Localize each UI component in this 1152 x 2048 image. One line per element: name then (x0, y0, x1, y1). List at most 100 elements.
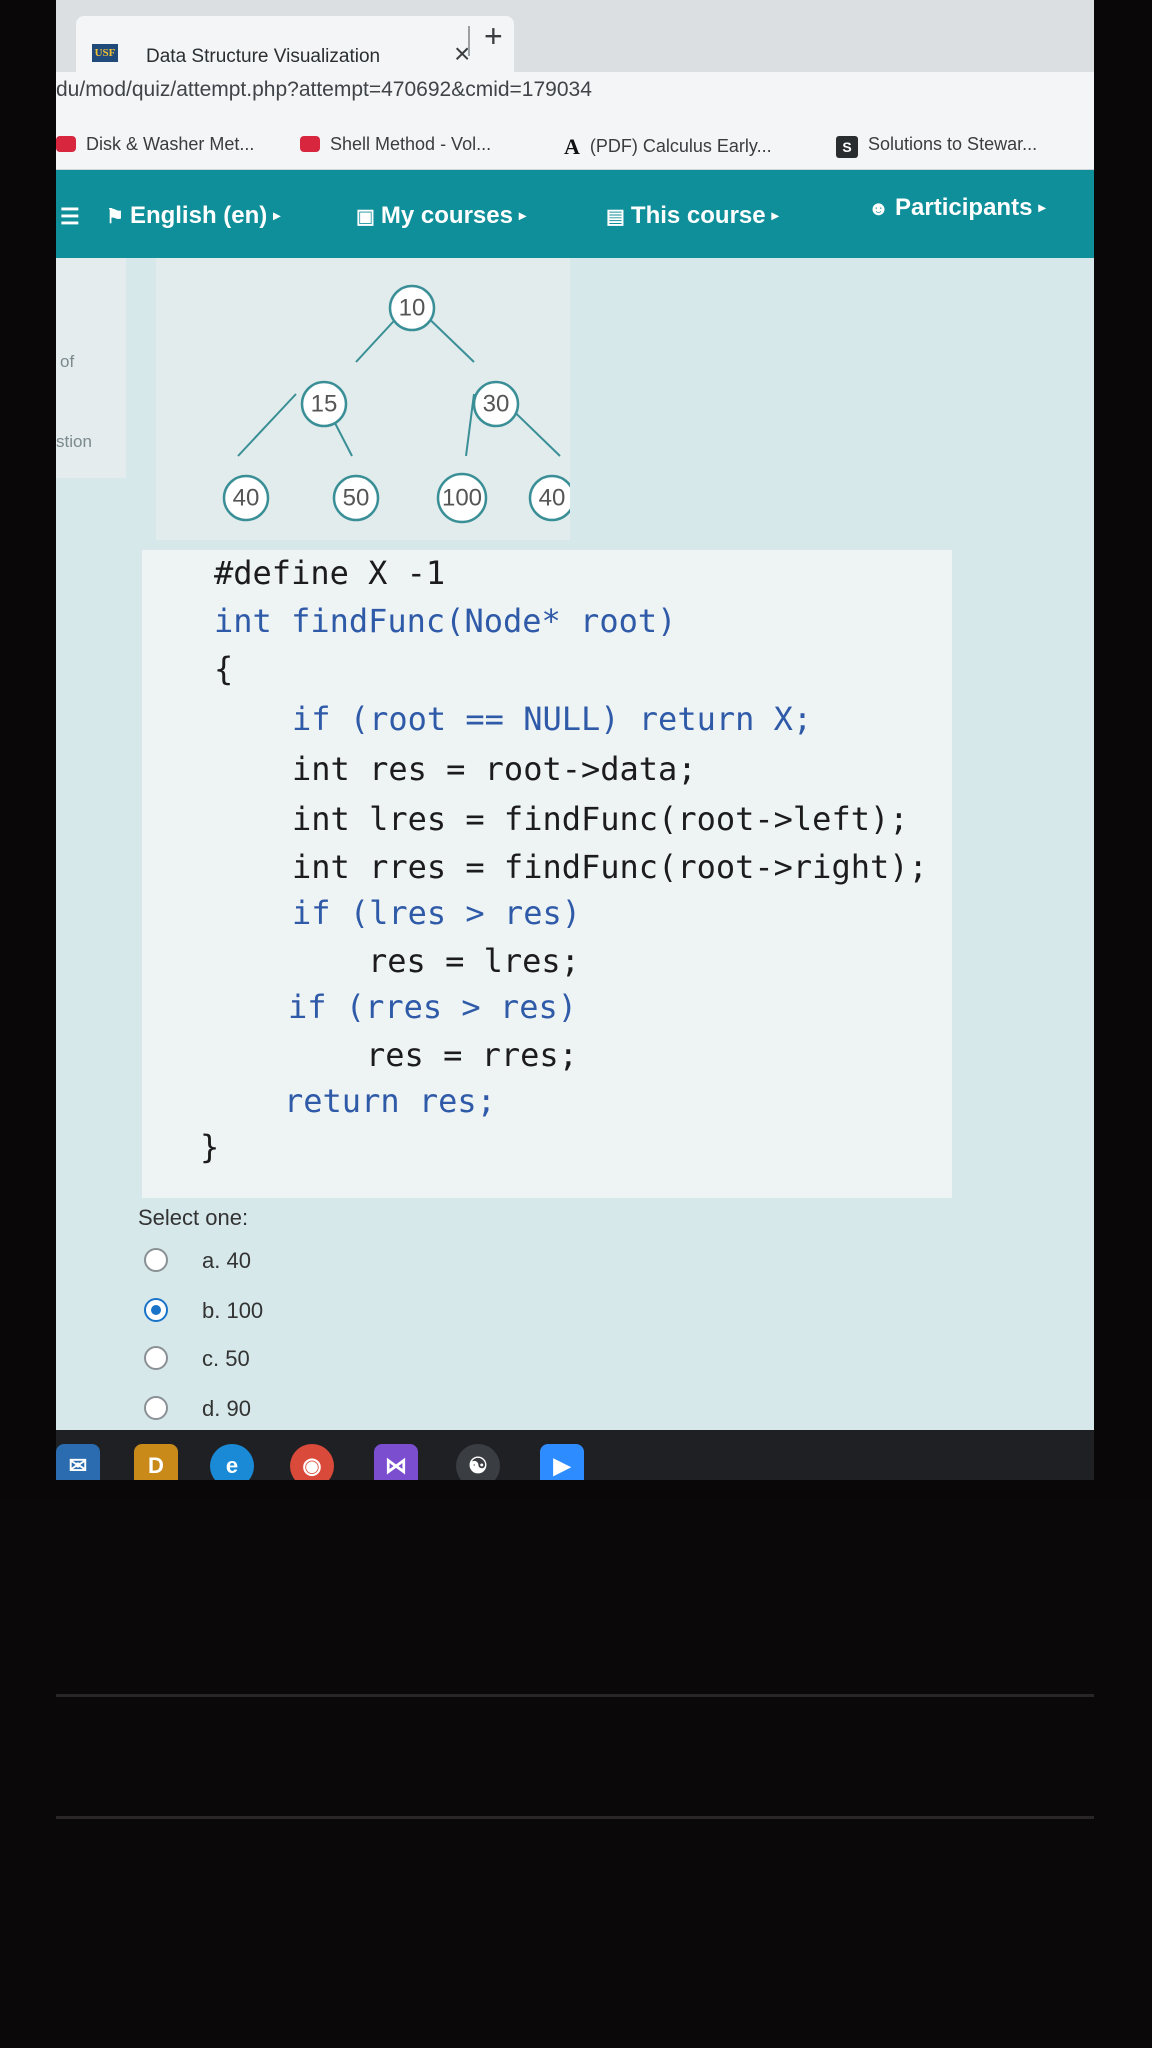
address-bar[interactable]: du/mod/quiz/attempt.php?attempt=470692&c… (56, 72, 1094, 128)
bookmark-label: (PDF) Calculus Early... (589, 136, 772, 156)
tree-node-label: 30 (483, 391, 510, 418)
tree-node: 10 (388, 284, 436, 332)
people-icon: ☻ (868, 198, 890, 220)
tree-node: 40 (528, 474, 570, 522)
browser-tab-strip: USF Data Structure Visualization × + (56, 0, 1094, 72)
code-line: res = rres; (366, 1036, 578, 1074)
answer-label[interactable]: a. 40 (202, 1248, 251, 1274)
nav-language[interactable]: ⚑ English (en) ▸ (106, 202, 280, 230)
laptop-bezel (0, 1500, 1152, 2048)
bookmark-stewart-solutions[interactable]: S Solutions to Stewar... (836, 134, 1037, 158)
usf-favicon-icon: USF (92, 44, 118, 62)
url-text[interactable]: du/mod/quiz/attempt.php?attempt=470692&c… (56, 78, 592, 102)
nav-label: Participants (895, 194, 1033, 221)
code-line: #define X -1 (214, 554, 445, 592)
nav-participants[interactable]: ☻ Participants ▸ (868, 194, 1045, 222)
bezel-edge (56, 1816, 1094, 1819)
code-line: return res; (284, 1082, 496, 1120)
photo-frame: USF Data Structure Visualization × + du/… (0, 0, 1152, 2048)
new-tab-button[interactable]: + (484, 18, 503, 55)
menu-icon[interactable]: ☰ (60, 204, 80, 230)
drawer-text: of (60, 352, 75, 371)
answer-label[interactable]: d. 90 (202, 1396, 251, 1422)
code-text: #define X -1 (214, 554, 446, 592)
tree-node-label: 10 (399, 295, 426, 322)
binary-tree-diagram: 10 15 30 40 50 100 40 (222, 284, 570, 524)
caret-right-icon: ▸ (771, 207, 779, 223)
bookmarks-bar: Disk & Washer Met... Shell Method - Vol.… (56, 128, 1094, 170)
book-icon: ▤ (606, 206, 625, 228)
code-line: if (root == NULL) return X; (292, 700, 812, 738)
code-line: int findFunc(Node* root) (214, 602, 676, 640)
code-text: int res = root->data; (292, 750, 697, 788)
video-icon (300, 136, 320, 152)
code-line: if (rres > res) (288, 988, 577, 1026)
nav-label: My courses (380, 202, 513, 229)
radio-button-selected[interactable] (144, 1298, 168, 1322)
dell-icon[interactable]: D (134, 1444, 178, 1480)
tree-node: 50 (332, 474, 380, 522)
edge-icon[interactable]: e (210, 1444, 254, 1480)
nav-label: English (en) (129, 202, 268, 229)
tree-node-label: 40 (539, 485, 566, 512)
code-text: if (rres > res) (288, 988, 577, 1026)
select-one-prompt: Select one: (138, 1205, 249, 1230)
code-text: { (214, 650, 234, 688)
visual-studio-icon[interactable]: ⋈ (374, 1444, 418, 1480)
bezel-edge (56, 1694, 1094, 1697)
laptop-screen: USF Data Structure Visualization × + du/… (56, 0, 1094, 1480)
tree-edge (237, 393, 297, 457)
nav-my-courses[interactable]: ▣ My courses ▸ (356, 202, 526, 230)
video-icon (56, 136, 76, 152)
browser-tab[interactable]: USF Data Structure Visualization × (76, 16, 514, 72)
bookmark-label: Shell Method - Vol... (330, 134, 492, 154)
caret-right-icon: ▸ (518, 207, 526, 223)
radio-button[interactable] (144, 1346, 168, 1370)
code-line: } (200, 1128, 219, 1166)
answer-label[interactable]: b. 100 (202, 1298, 263, 1324)
tree-node-label: 50 (343, 485, 370, 512)
zoom-icon[interactable]: ▶ (540, 1444, 584, 1480)
tab-divider (468, 26, 470, 56)
tree-node-label: 15 (311, 391, 338, 418)
answer-label[interactable]: c. 50 (202, 1346, 250, 1372)
bookmark-disk-washer[interactable]: Disk & Washer Met... (56, 134, 254, 155)
tree-node: 40 (222, 474, 270, 522)
code-text: int lres = findFunc(root->left); (292, 800, 909, 838)
chrome-icon[interactable]: ◉ (290, 1444, 334, 1480)
flag-icon: ⚑ (106, 206, 124, 228)
caret-right-icon: ▸ (273, 207, 281, 223)
tree-node: 100 (436, 472, 488, 524)
code-text: if (root == NULL) return X; (292, 700, 813, 738)
radio-button[interactable] (144, 1248, 168, 1272)
steam-icon[interactable]: ☯ (456, 1444, 500, 1480)
caret-right-icon: ▸ (1038, 199, 1046, 215)
code-text: } (200, 1128, 220, 1166)
tree-node: 30 (472, 380, 520, 428)
briefcase-icon: ▣ (356, 206, 375, 228)
code-line: int res = root->data; (292, 750, 697, 788)
code-line: int lres = findFunc(root->left); (292, 800, 909, 838)
bookmark-label: Solutions to Stewar... (868, 134, 1038, 154)
tree-node-label: 40 (233, 485, 260, 512)
code-listing: #define X -1 int findFunc(Node* root) { … (142, 550, 952, 1198)
quiz-nav-drawer: of stion (56, 258, 126, 478)
tree-node: 15 (300, 380, 348, 428)
bookmark-shell-method[interactable]: Shell Method - Vol... (300, 134, 491, 155)
nav-this-course[interactable]: ▤ This course ▸ (606, 202, 779, 230)
code-line: if (lres > res) (292, 894, 581, 932)
code-text: int findFunc(Node* root) (214, 602, 677, 640)
nav-label: This course (630, 202, 766, 229)
tree-figure: 10 15 30 40 50 100 40 (156, 258, 570, 540)
code-line: { (214, 650, 233, 688)
bookmark-label: Disk & Washer Met... (86, 134, 255, 154)
tree-node-label: 100 (442, 485, 482, 512)
code-text: res = rres; (366, 1036, 578, 1074)
radio-button[interactable] (144, 1396, 168, 1420)
bookmark-calculus-pdf[interactable]: A (PDF) Calculus Early... (564, 134, 772, 159)
mail-icon[interactable]: ✉ (56, 1444, 100, 1480)
course-navbar: ☰ ⚑ English (en) ▸ ▣ My courses ▸ ▤ This cour… (56, 170, 1094, 258)
drawer-text: stion (56, 432, 92, 451)
tab-title: Data Structure Visualization (146, 46, 381, 67)
slader-icon: S (836, 136, 858, 158)
